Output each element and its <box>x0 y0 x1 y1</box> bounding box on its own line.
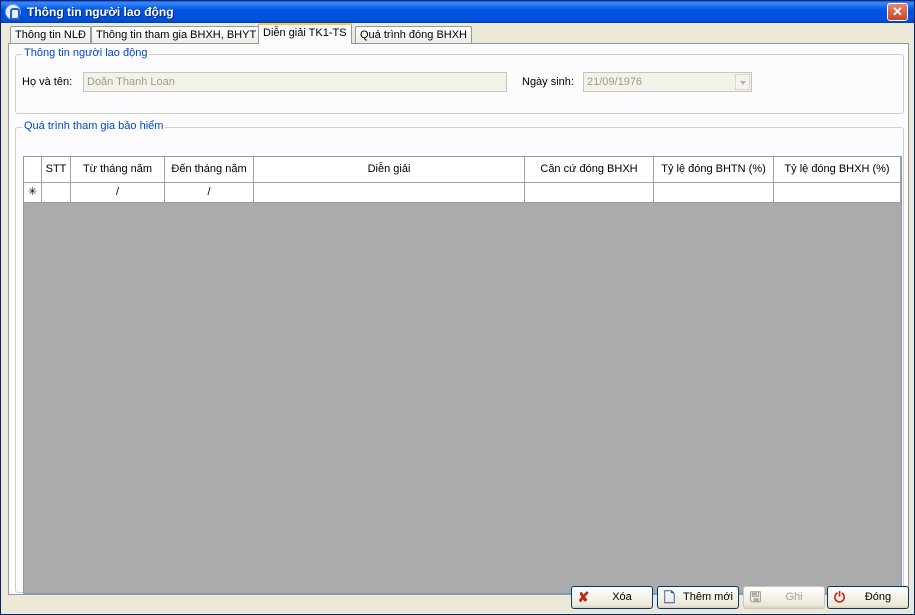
close-icon: ✕ <box>892 4 903 19</box>
dob-value: 21/09/1976 <box>587 76 643 88</box>
close-button[interactable]: ⏻ Đóng <box>827 586 909 609</box>
tab-insurance-participation[interactable]: Thông tin tham gia BHXH, BHYT <box>91 26 262 44</box>
column-header-base[interactable]: Căn cứ đóng BHXH <box>525 157 654 183</box>
delete-button[interactable]: ✘ Xóa <box>571 586 653 609</box>
cell-bhxh-rate[interactable] <box>774 183 901 203</box>
power-icon: ⏻ <box>833 589 846 605</box>
name-field[interactable]: Doãn Thanh Loan <box>83 72 507 92</box>
column-header-bhtn-rate[interactable]: Tỷ lệ đóng BHTN (%) <box>654 157 774 183</box>
cell-stt[interactable] <box>42 183 71 203</box>
insurance-grid[interactable]: STT Từ tháng năm Đến tháng năm Diễn giải… <box>23 156 902 594</box>
grid-header-selector <box>24 157 42 183</box>
worker-info-legend: Thông tin người lao động <box>22 47 150 59</box>
close-button-label: Đóng <box>864 591 892 603</box>
title-bar[interactable]: Thông tin người lao động ✕ <box>1 1 914 23</box>
column-header-to[interactable]: Đến tháng năm <box>165 157 254 183</box>
cell-bhtn-rate[interactable] <box>654 183 774 203</box>
add-button[interactable]: 🗋 Thêm mới <box>657 586 739 609</box>
cell-base[interactable] <box>525 183 654 203</box>
column-header-bhxh-rate[interactable]: Tỷ lệ đóng BHXH (%) <box>774 157 901 183</box>
worker-info-group: Thông tin người lao động Họ và tên: Doãn… <box>15 47 904 114</box>
save-icon: 🖫 <box>749 589 762 605</box>
dialog-window: Thông tin người lao động ✕ Thông tin NLĐ… <box>0 0 915 615</box>
new-document-icon: 🗋 <box>663 589 676 605</box>
new-row-icon: ✳ <box>24 183 42 203</box>
save-button-label: Ghi <box>785 591 803 603</box>
cell-description[interactable] <box>254 183 525 203</box>
dialog-client-area: Thông tin NLĐ Thông tin tham gia BHXH, B… <box>4 23 911 611</box>
tab-worker-info[interactable]: Thông tin NLĐ <box>10 26 91 44</box>
save-button[interactable]: 🖫 Ghi <box>743 586 825 609</box>
delete-button-label: Xóa <box>612 591 632 603</box>
app-icon <box>5 4 21 20</box>
column-header-stt[interactable]: STT <box>42 157 71 183</box>
delete-icon: ✘ <box>577 589 590 605</box>
cell-to[interactable]: / <box>165 183 254 203</box>
tab-panel: Thông tin người lao động Họ và tên: Doãn… <box>8 43 909 595</box>
insurance-history-legend: Quá trình tham gia bảo hiểm <box>22 120 166 132</box>
cell-from[interactable]: / <box>71 183 165 203</box>
column-header-from[interactable]: Từ tháng năm <box>71 157 165 183</box>
window-title: Thông tin người lao động <box>27 5 174 19</box>
dob-dropdown[interactable]: 21/09/1976 <box>583 72 752 92</box>
table-row[interactable]: ✳ / / <box>24 183 901 203</box>
add-button-label: Thêm mới <box>683 591 733 603</box>
dob-label: Ngày sinh: <box>522 76 574 88</box>
name-label: Họ và tên: <box>22 76 73 88</box>
tab-contribution-history[interactable]: Quá trình đóng BHXH <box>355 26 473 44</box>
chevron-down-icon[interactable] <box>735 74 750 90</box>
grid-empty-area <box>24 203 901 593</box>
column-header-description[interactable]: Diễn giải <box>254 157 525 183</box>
grid-header-row: STT Từ tháng năm Đến tháng năm Diễn giải… <box>24 157 901 183</box>
close-window-button[interactable]: ✕ <box>887 3 908 21</box>
tab-tk1-ts-description[interactable]: Diễn giải TK1-TS <box>258 23 352 44</box>
